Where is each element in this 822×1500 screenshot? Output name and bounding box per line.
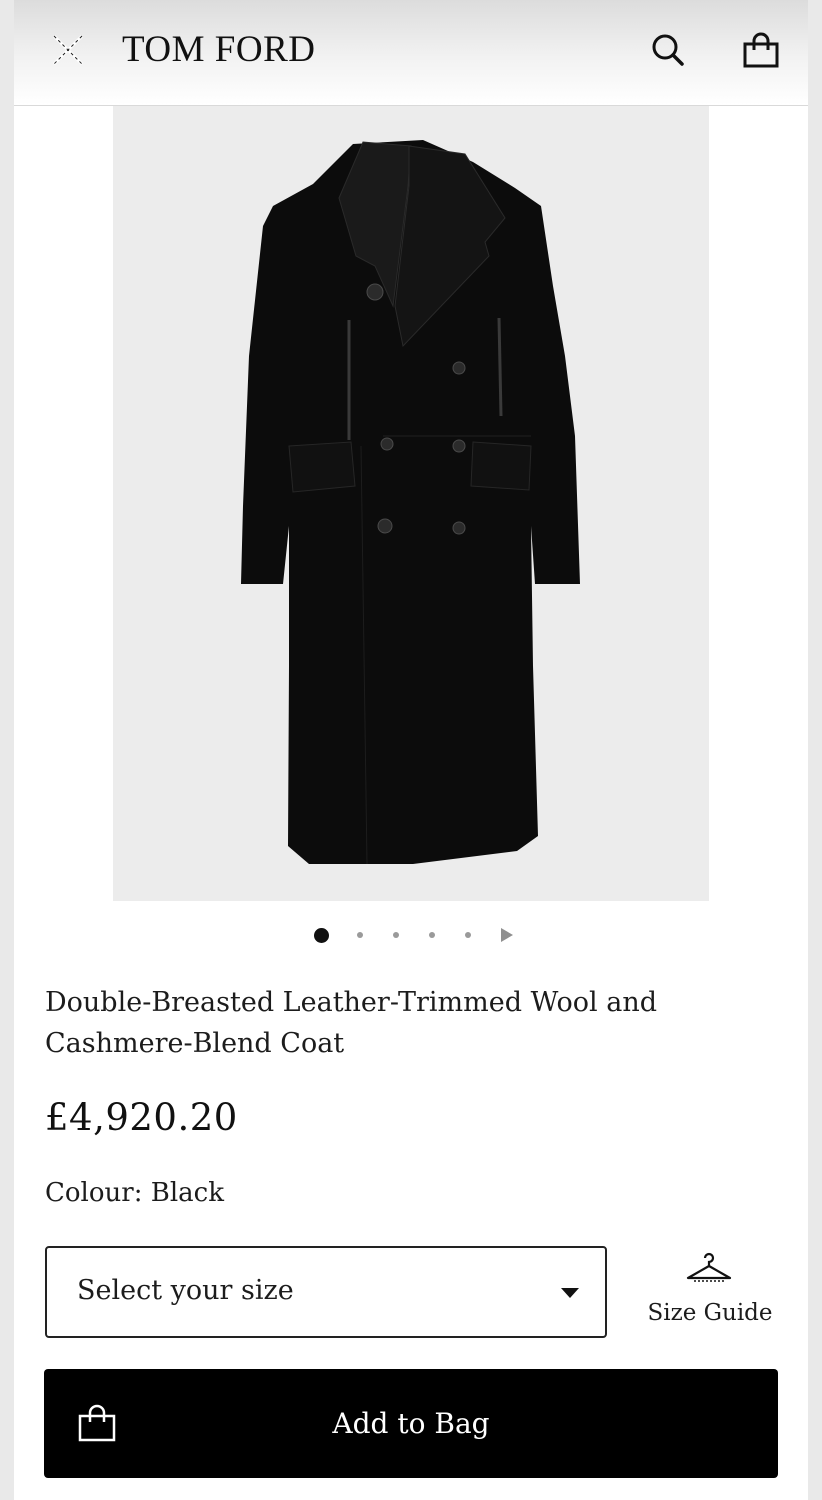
- coat-illustration: [241, 140, 580, 865]
- search-button[interactable]: [650, 32, 686, 68]
- product-price: £4,920.20: [45, 1096, 238, 1139]
- size-select-placeholder: Select your size: [77, 1275, 294, 1306]
- dropdown-caret-icon: [561, 1288, 579, 1298]
- size-guide-link[interactable]: Size Guide: [644, 1250, 776, 1330]
- carousel-dot[interactable]: [465, 932, 471, 938]
- size-guide-label: Size Guide: [647, 1300, 773, 1326]
- bag-button[interactable]: [742, 32, 779, 68]
- shopping-bag-icon: [743, 32, 779, 68]
- image-carousel-indicator: [314, 924, 524, 946]
- brand-logo[interactable]: TOM FORD: [122, 28, 316, 71]
- product-page: TOM FORD Double-Breasted Leather-Trimmed…: [14, 0, 808, 1500]
- product-title: Double-Breasted Leather-Trimmed Wool and…: [45, 987, 657, 1059]
- carousel-dot[interactable]: [429, 932, 435, 938]
- search-icon: [652, 34, 684, 66]
- top-header: TOM FORD: [14, 0, 808, 106]
- close-menu-button[interactable]: [48, 30, 88, 70]
- hanger-icon: [686, 1252, 732, 1282]
- carousel-dot-active[interactable]: [314, 927, 329, 943]
- size-select[interactable]: Select your size: [45, 1246, 607, 1338]
- product-colour: Colour: Black: [45, 1178, 224, 1208]
- add-to-bag-label: Add to Bag: [332, 1407, 490, 1440]
- add-to-bag-button[interactable]: Add to Bag: [44, 1369, 778, 1478]
- carousel-dot[interactable]: [357, 932, 363, 938]
- carousel-dot[interactable]: [393, 932, 399, 938]
- close-icon: [52, 34, 84, 66]
- product-image[interactable]: [113, 106, 709, 901]
- carousel-next-icon[interactable]: [501, 928, 513, 942]
